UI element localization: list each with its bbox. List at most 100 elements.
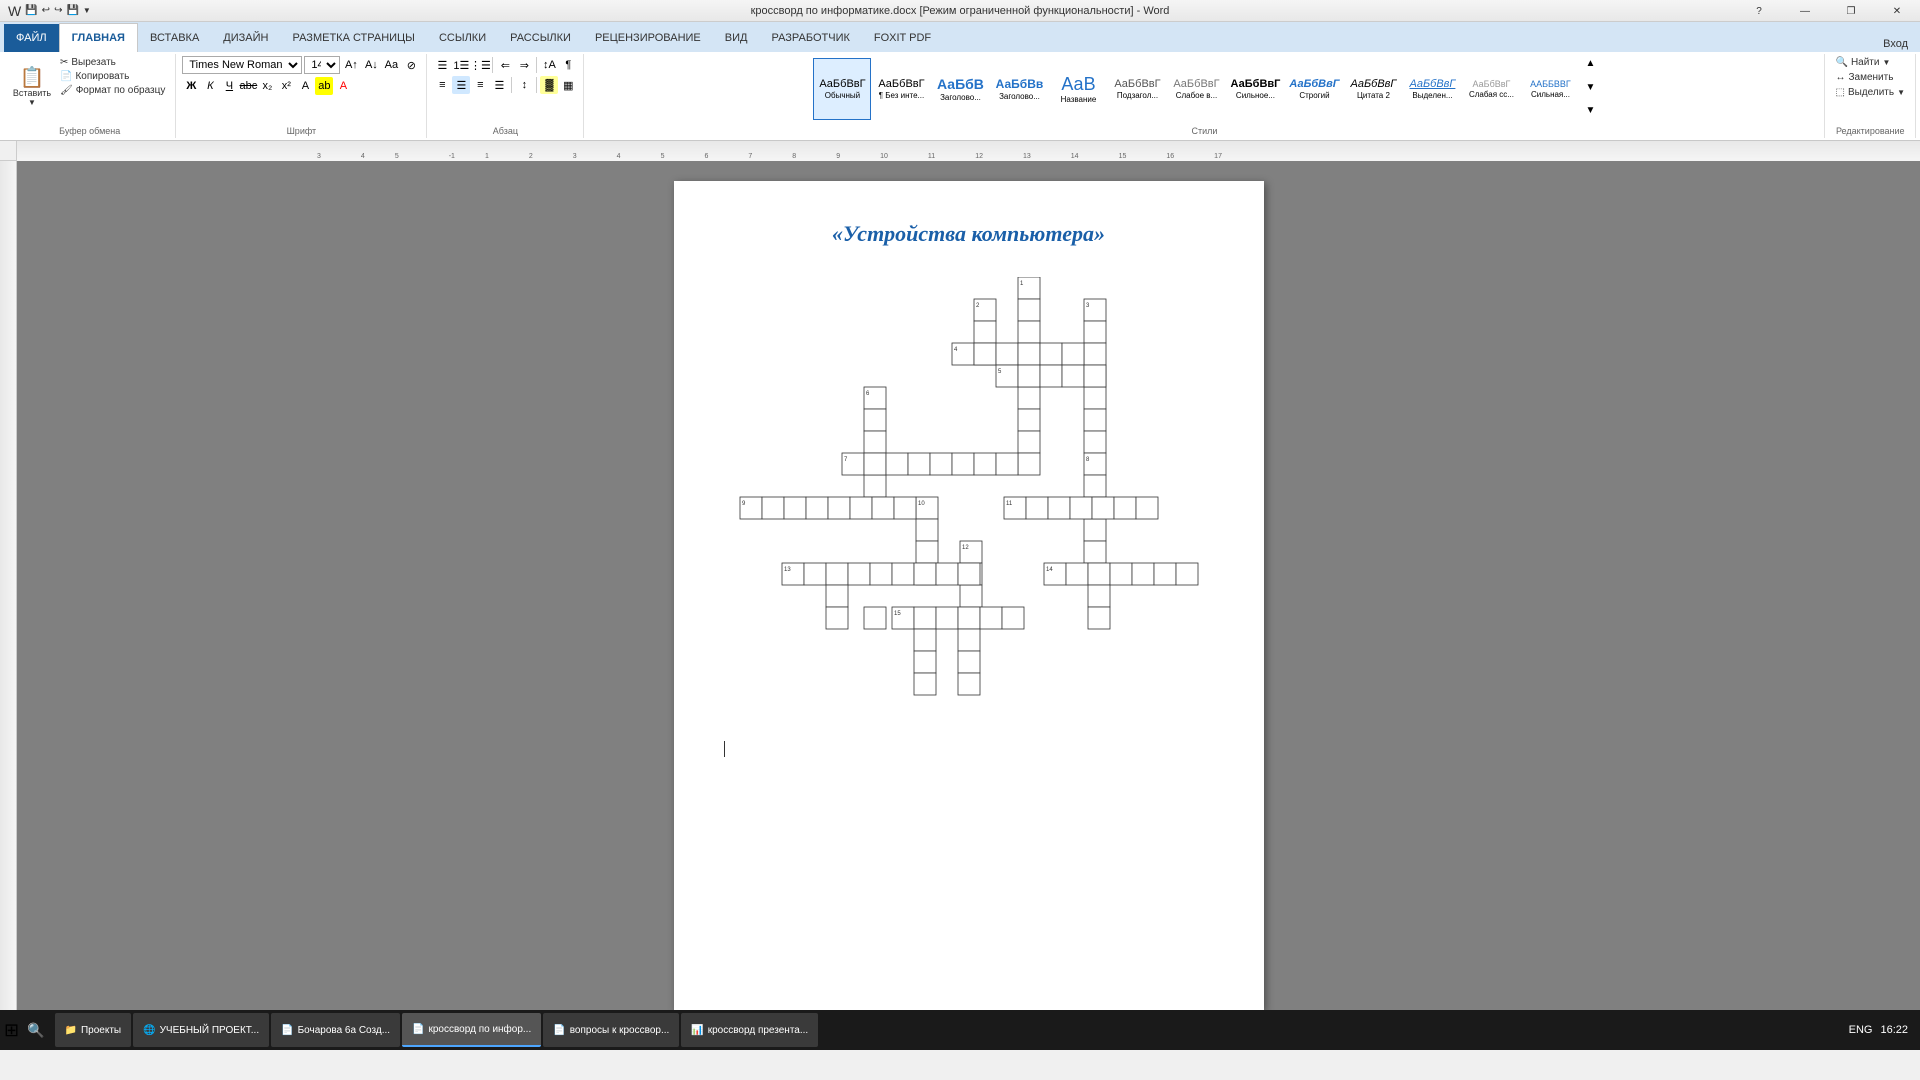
styles-more-btn[interactable]: ▼ [1585,105,1595,116]
style-quote[interactable]: АаБбВвГ Цитата 2 [1344,58,1402,120]
multilevel-btn[interactable]: ⋮☰ [471,56,489,74]
cut-button[interactable]: ✂ Вырезать [56,56,169,69]
svg-text:14: 14 [1046,567,1053,573]
save2-qs[interactable]: 💾 [66,5,78,16]
restore-btn[interactable]: ❐ [1828,0,1874,22]
style-emph[interactable]: АаБбВвГ Сильное... [1226,58,1284,120]
borders-btn[interactable]: ▦ [559,76,577,94]
tab-foxit[interactable]: FOXIT PDF [862,24,943,52]
style-title-preview: АаВ [1061,74,1095,96]
document-area[interactable]: «Устройства компьютера» .cw { fill: whit… [17,161,1920,1011]
tab-insert[interactable]: ВСТАВКА [138,24,211,52]
find-button[interactable]: 🔍 Найти ▼ [1831,56,1894,69]
font-grow-btn[interactable]: A↑ [342,56,360,74]
underline-btn[interactable]: Ч [220,77,238,95]
line-spacing-btn[interactable]: ↕ [515,76,533,94]
customize-qs[interactable]: ▼ [83,6,91,15]
style-subtle-ref[interactable]: АаБбВвГ Слабая сс... [1462,58,1520,120]
taskbar-word3[interactable]: 📄 вопросы к кроссвор... [543,1013,679,1047]
font-color-btn[interactable]: A [334,77,352,95]
taskbar-ppt[interactable]: 📊 кроссворд презента... [681,1013,818,1047]
font-size-select[interactable]: 14 [304,56,340,74]
find-dropdown[interactable]: ▼ [1882,58,1890,67]
tab-design[interactable]: ДИЗАЙН [211,24,280,52]
tab-file[interactable]: ФАЙЛ [4,24,59,52]
style-intense-ref[interactable]: АаБбВвГ Сильная... [1521,58,1579,120]
decrease-indent-btn[interactable]: ⇐ [496,56,514,74]
replace-button[interactable]: ↔ Заменить [1831,71,1897,84]
save-qs[interactable]: 💾 [25,5,37,16]
subscript-btn[interactable]: x₂ [258,77,276,95]
font-shrink-btn[interactable]: A↓ [362,56,380,74]
ruler-mark-13: 13 [1023,153,1031,160]
clear-format-btn[interactable]: ⊘ [402,56,420,74]
style-h1[interactable]: АаБбВ Заголово... [931,58,989,120]
bold-btn[interactable]: Ж [182,77,200,95]
text-cursor[interactable] [724,741,725,757]
numbering-btn[interactable]: 1☰ [452,56,470,74]
style-quote-preview: АаБбВвГ [1351,78,1397,91]
align-right-btn[interactable]: ≡ [471,76,489,94]
minimize-btn[interactable]: — [1782,0,1828,22]
ruler-mark-14: 14 [1071,153,1079,160]
taskbar-explorer[interactable]: 📁 Проекты [55,1013,132,1047]
style-h2[interactable]: АаБбВв Заголово... [990,58,1048,120]
svg-text:15: 15 [894,611,901,617]
format-painter-button[interactable]: 🖌 Формат по образцу [56,84,169,97]
bullets-btn[interactable]: ☰ [433,56,451,74]
sort-btn[interactable]: ↕A [540,56,558,74]
justify-btn[interactable]: ☰ [490,76,508,94]
select-dropdown[interactable]: ▼ [1897,88,1905,97]
paste-dropdown[interactable]: ▼ [28,98,36,107]
taskbar-lang[interactable]: ENG [1849,1024,1873,1036]
taskbar-word2[interactable]: 📄 кроссворд по инфор... [402,1013,541,1047]
start-btn[interactable]: ⊞ [4,1020,19,1041]
style-title[interactable]: АаВ Название [1049,58,1107,120]
strikethrough-btn[interactable]: abc [239,77,257,95]
superscript-btn[interactable]: x² [277,77,295,95]
style-intense-quote[interactable]: АаБбВвГ Выделен... [1403,58,1461,120]
vruler-marks [0,161,16,301]
tab-dev[interactable]: РАЗРАБОТЧИК [759,24,861,52]
style-subtitle[interactable]: АаБбВвГ Подзагол... [1108,58,1166,120]
style-subtle-emph[interactable]: АаБбВвГ Слабое в... [1167,58,1225,120]
style-title-label: Название [1061,95,1097,104]
select-button[interactable]: ⬚ Выделить ▼ [1831,86,1909,99]
editing-label: Редактирование [1836,126,1905,136]
search-btn[interactable]: 🔍 [27,1022,44,1039]
tab-view[interactable]: ВИД [713,24,760,52]
tab-refs[interactable]: ССЫЛКИ [427,24,498,52]
styles-down-btn[interactable]: ▼ [1585,82,1595,93]
paste-button[interactable]: 📋 Вставить ▼ [10,56,54,118]
style-normal[interactable]: АаБбВвГ Обычный [813,58,871,120]
undo-qs[interactable]: ↩ [42,5,50,16]
font-name-select[interactable]: Times New Roman [182,56,302,74]
style-intense[interactable]: АаБбВвГ Строгий [1285,58,1343,120]
italic-btn[interactable]: К [201,77,219,95]
copy-button[interactable]: 📄 Копировать [56,70,169,83]
redo-qs[interactable]: ↪ [54,5,62,16]
editing-content: 🔍 Найти ▼ ↔ Заменить ⬚ Выделить ▼ [1831,56,1909,124]
sign-in-btn[interactable]: Вход [1883,38,1908,50]
close-btn[interactable]: ✕ [1874,0,1920,22]
taskbar-ie[interactable]: 🌐 УЧЕБНЫЙ ПРОЕКТ... [133,1013,269,1047]
align-center-btn[interactable]: ☰ [452,76,470,94]
shading-btn[interactable]: ▓ [540,76,558,94]
tab-mailings[interactable]: РАССЫЛКИ [498,24,583,52]
tab-review[interactable]: РЕЦЕНЗИРОВАНИЕ [583,24,713,52]
change-case-btn[interactable]: Aa [382,56,400,74]
highlight-btn[interactable]: ab [315,77,333,95]
taskbar-word1[interactable]: 📄 Бочарова 6а Созд... [271,1013,400,1047]
text-effects-btn[interactable]: A [296,77,314,95]
show-para-btn[interactable]: ¶ [559,56,577,74]
help-btn[interactable]: ? [1736,0,1782,22]
tab-home[interactable]: ГЛАВНАЯ [59,23,138,52]
style-h2-preview: АаБбВв [996,77,1044,91]
vertical-ruler [0,161,17,1011]
increase-indent-btn[interactable]: ⇒ [515,56,533,74]
style-intense-label: Строгий [1299,91,1329,100]
tab-layout[interactable]: РАЗМЕТКА СТРАНИЦЫ [280,24,426,52]
styles-up-btn[interactable]: ▲ [1585,58,1595,69]
style-no-spacing[interactable]: АаБбВвГ ¶ Без инте... [872,58,930,120]
align-left-btn[interactable]: ≡ [433,76,451,94]
